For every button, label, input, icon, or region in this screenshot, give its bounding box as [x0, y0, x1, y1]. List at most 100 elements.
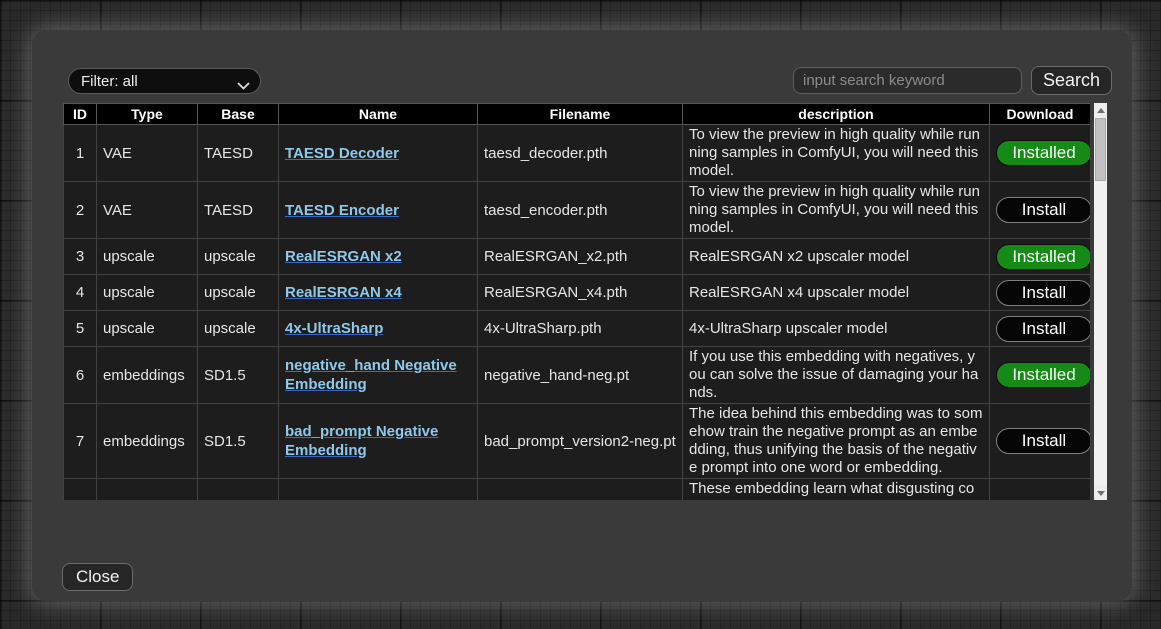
cell-filename	[478, 479, 683, 501]
cell-id: 1	[64, 125, 97, 182]
model-table-container: ID Type Base Name Filename description D…	[63, 103, 1090, 500]
cell-type: upscale	[97, 275, 198, 311]
cell-filename: taesd_encoder.pth	[478, 182, 683, 239]
cell-base: upscale	[198, 275, 279, 311]
search-button[interactable]: Search	[1031, 66, 1112, 95]
cell-id: 7	[64, 404, 97, 479]
cell-base: TAESD	[198, 182, 279, 239]
cell-name: TAESD Decoder	[279, 125, 478, 182]
model-name-link[interactable]: RealESRGAN x2	[285, 248, 402, 265]
install-button[interactable]: Install	[996, 428, 1090, 454]
filter-select-wrap: Filter: all	[68, 68, 261, 94]
cell-base: TAESD	[198, 125, 279, 182]
cell-type: VAE	[97, 182, 198, 239]
cell-description: To view the preview in high quality whil…	[683, 125, 990, 182]
cell-id: 2	[64, 182, 97, 239]
model-name-link[interactable]: 4x-UltraSharp	[285, 320, 383, 337]
table-row: 4upscaleupscaleRealESRGAN x4RealESRGAN_x…	[64, 275, 1091, 311]
model-name-link[interactable]: TAESD Decoder	[285, 145, 399, 162]
cell-filename: RealESRGAN_x4.pth	[478, 275, 683, 311]
header-download: Download	[990, 104, 1091, 125]
table-row: 6embeddingsSD1.5negative_hand Negative E…	[64, 347, 1091, 404]
cell-type: upscale	[97, 239, 198, 275]
header-filename: Filename	[478, 104, 683, 125]
cell-name: negative_hand Negative Embedding	[279, 347, 478, 404]
cell-filename: negative_hand-neg.pt	[478, 347, 683, 404]
table-row: 3upscaleupscaleRealESRGAN x2RealESRGAN_x…	[64, 239, 1091, 275]
cell-name: 4x-UltraSharp	[279, 311, 478, 347]
cell-type: embeddings	[97, 404, 198, 479]
header-type: Type	[97, 104, 198, 125]
cell-description: These embedding learn what disgusting co…	[683, 479, 990, 501]
cell-description: RealESRGAN x4 upscaler model	[683, 275, 990, 311]
cell-description: If you use this embedding with negatives…	[683, 347, 990, 404]
table-row: 2VAETAESD TAESD Encoder taesd_encoder.pthT…	[64, 182, 1091, 239]
cell-description: RealESRGAN x2 upscaler model	[683, 239, 990, 275]
cell-download	[990, 479, 1091, 501]
scrollbar-thumb[interactable]	[1095, 118, 1106, 181]
model-name-link[interactable]: bad_prompt Negative Embedding	[285, 423, 438, 459]
close-button[interactable]: Close	[62, 563, 133, 591]
cell-base: SD1.5	[198, 404, 279, 479]
scroll-down-button[interactable]	[1094, 486, 1107, 500]
table-row: 1VAETAESD TAESD Decoder taesd_decoder.pthT…	[64, 125, 1091, 182]
table-row: These embedding learn what disgusting co…	[64, 479, 1091, 501]
install-button[interactable]: Install	[996, 197, 1090, 223]
install-button[interactable]: Install	[996, 316, 1090, 342]
cell-type: upscale	[97, 311, 198, 347]
cell-id: 5	[64, 311, 97, 347]
model-name-link[interactable]: TAESD Encoder	[285, 202, 399, 219]
cell-base	[198, 479, 279, 501]
cell-filename: taesd_decoder.pth	[478, 125, 683, 182]
scroll-up-button[interactable]	[1094, 103, 1107, 117]
header-name: Name	[279, 104, 478, 125]
installed-button[interactable]: Installed	[996, 244, 1090, 270]
cell-name	[279, 479, 478, 501]
header-base: Base	[198, 104, 279, 125]
search-input[interactable]	[793, 67, 1022, 94]
cell-filename: 4x-UltraSharp.pth	[478, 311, 683, 347]
model-table-body: 1VAETAESDTAESD Decodertaesd_decoder.pthT…	[64, 125, 1091, 501]
install-button[interactable]: Install	[996, 280, 1090, 306]
cell-name: RealESRGAN x2	[279, 239, 478, 275]
node-canvas-background: Filter: all Search ID Type Base	[0, 0, 1161, 629]
cell-type: VAE	[97, 125, 198, 182]
header-id: ID	[64, 104, 97, 125]
cell-description: To view the preview in high quality whil…	[683, 182, 990, 239]
cell-base: upscale	[198, 239, 279, 275]
cell-description: The idea behind this embedding was to so…	[683, 404, 990, 479]
cell-id: 6	[64, 347, 97, 404]
table-row: 7embeddingsSD1.5bad_prompt Negative Embe…	[64, 404, 1091, 479]
cell-id	[64, 479, 97, 501]
cell-download: Install	[990, 275, 1091, 311]
cell-type: embeddings	[97, 347, 198, 404]
table-header-row: ID Type Base Name Filename description D…	[64, 104, 1091, 125]
model-table: ID Type Base Name Filename description D…	[63, 103, 1090, 500]
cell-name: RealESRGAN x4	[279, 275, 478, 311]
installed-button[interactable]: Installed	[996, 362, 1090, 388]
table-scrollbar[interactable]	[1094, 103, 1107, 500]
model-name-link[interactable]: RealESRGAN x4	[285, 284, 402, 301]
cell-download: Installed	[990, 347, 1091, 404]
cell-base: SD1.5	[198, 347, 279, 404]
arrow-up-icon	[1097, 108, 1105, 113]
cell-filename: bad_prompt_version2-neg.pt	[478, 404, 683, 479]
header-description: description	[683, 104, 990, 125]
cell-description: 4x-UltraSharp upscaler model	[683, 311, 990, 347]
cell-id: 4	[64, 275, 97, 311]
cell-download: Install	[990, 182, 1091, 239]
filter-select[interactable]: Filter: all	[68, 68, 261, 94]
cell-download: Installed	[990, 239, 1091, 275]
model-name-link[interactable]: negative_hand Negative Embedding	[285, 357, 457, 393]
cell-name: bad_prompt Negative Embedding	[279, 404, 478, 479]
cell-name: TAESD Encoder	[279, 182, 478, 239]
model-manager-dialog: Filter: all Search ID Type Base	[32, 30, 1132, 601]
cell-download: Installed	[990, 125, 1091, 182]
cell-download: Install	[990, 404, 1091, 479]
installed-button[interactable]: Installed	[996, 140, 1090, 166]
cell-download: Install	[990, 311, 1091, 347]
cell-type	[97, 479, 198, 501]
table-row: 5upscaleupscale4x-UltraSharp4x-UltraShar…	[64, 311, 1091, 347]
cell-base: upscale	[198, 311, 279, 347]
cell-id: 3	[64, 239, 97, 275]
